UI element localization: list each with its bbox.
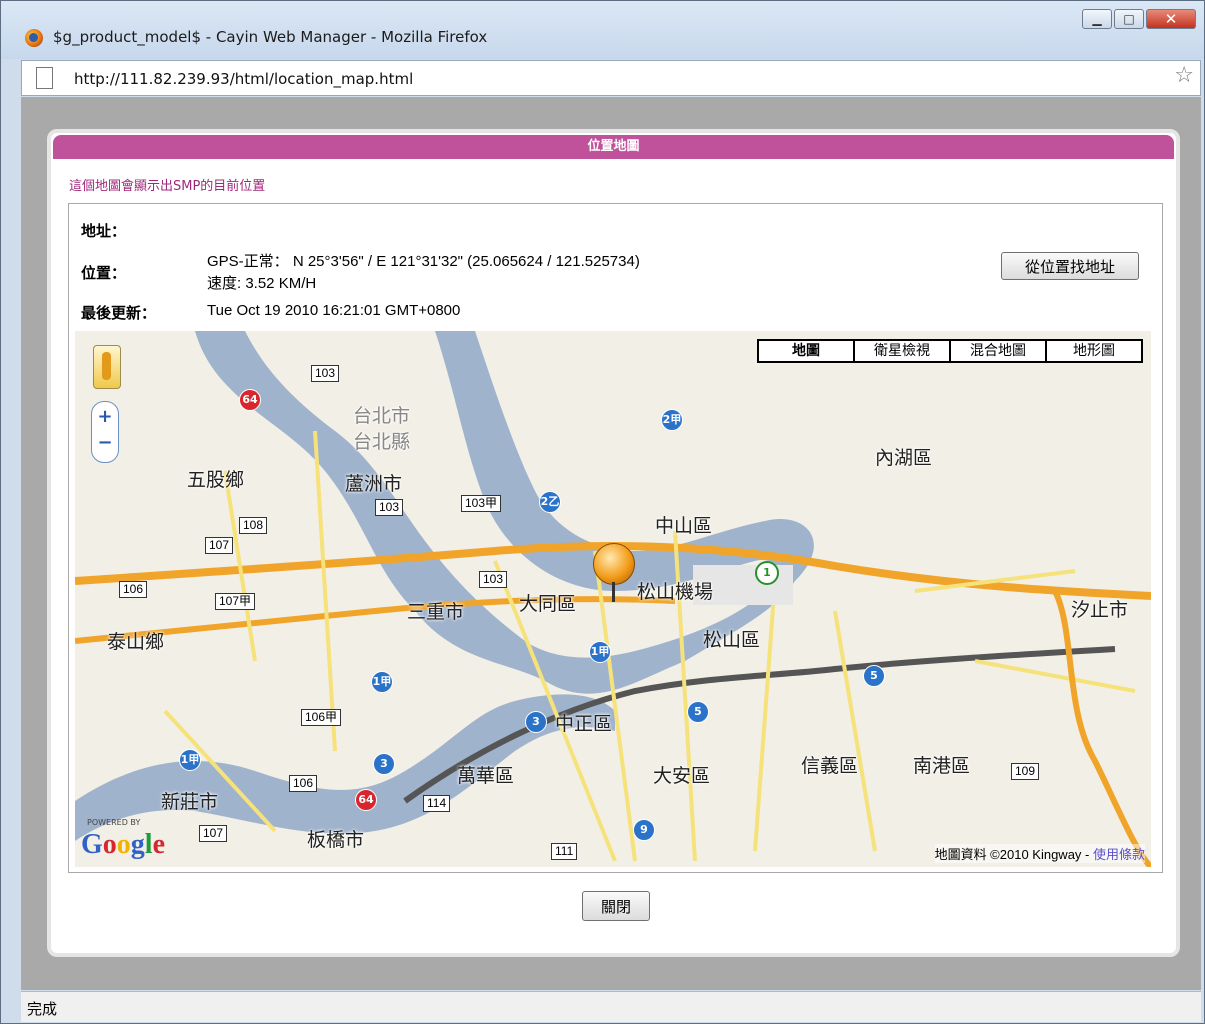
terms-of-use-link[interactable]: 使用條款 — [1093, 847, 1145, 862]
location-marker-pin[interactable] — [593, 543, 635, 602]
road-shield: 103 — [375, 499, 404, 516]
map-type-map[interactable]: 地圖 — [757, 339, 855, 363]
minimize-button[interactable]: ▁ — [1082, 9, 1112, 29]
address-bar[interactable]: http://111.82.239.93/html/location_map.h… — [21, 60, 1201, 96]
road-shield: 108 — [239, 517, 268, 534]
road-marker: 64 — [239, 389, 261, 411]
road-marker: 2乙 — [539, 491, 561, 513]
title-bar: $g_product_model$ - Cayin Web Manager - … — [1, 1, 1204, 59]
window-title: $g_product_model$ - Cayin Web Manager - … — [53, 28, 488, 46]
area-label: 松山機場 — [637, 581, 714, 603]
road-marker: 1甲 — [371, 671, 393, 693]
powered-by-text: POWERED BY — [87, 818, 141, 827]
area-label: 蘆洲市 — [345, 473, 403, 495]
road-shield: 109 — [1011, 763, 1040, 780]
firefox-icon — [25, 29, 43, 47]
map-type-terrain[interactable]: 地形圖 — [1045, 339, 1143, 363]
road-marker: 3 — [373, 753, 395, 775]
location-map-dialog: 位置地圖 這個地圖會顯示出SMP的目前位置 地址： 位置： GPS-正常： N … — [47, 129, 1180, 957]
road-marker: 2甲 — [661, 409, 683, 431]
road-shield: 107 — [199, 825, 228, 842]
map-type-hybrid[interactable]: 混合地圖 — [949, 339, 1047, 363]
zoom-out-button[interactable]: − — [92, 434, 118, 452]
road-shield: 106 — [289, 775, 318, 792]
road-shield: 103 — [311, 365, 340, 382]
status-bar: 完成 — [21, 991, 1201, 1022]
area-label: 台北市 — [353, 405, 411, 427]
road-marker: 5 — [863, 665, 885, 687]
address-label: 地址： — [81, 222, 127, 240]
area-label: 大安區 — [653, 765, 711, 787]
find-address-button[interactable]: 從位置找地址 — [1001, 252, 1139, 280]
road-shield: 107 — [205, 537, 234, 554]
window-controls: ▁ □ ✕ — [1080, 9, 1196, 29]
last-updated-value: Tue Oct 19 2010 16:21:01 GMT+0800 — [207, 302, 461, 319]
location-value: GPS-正常： N 25°3'56" / E 121°31'32" (25.06… — [207, 253, 640, 270]
close-window-button[interactable]: ✕ — [1146, 9, 1196, 29]
dialog-subtitle: 這個地圖會顯示出SMP的目前位置 — [69, 179, 266, 194]
road-marker: 64 — [355, 789, 377, 811]
map-type-selector: 地圖 衛星檢視 混合地圖 地形圖 — [757, 339, 1143, 363]
area-label: 中山區 — [655, 515, 713, 537]
road-marker: 5 — [687, 701, 709, 723]
road-shield: 114 — [423, 795, 451, 812]
area-label: 內湖區 — [875, 447, 933, 469]
area-label: 中正區 — [555, 713, 613, 735]
google-logo[interactable]: Google — [81, 829, 165, 861]
road-shield: 106甲 — [301, 709, 342, 726]
maximize-button[interactable]: □ — [1114, 9, 1144, 29]
area-label: 泰山鄉 — [107, 631, 165, 653]
location-label: 位置： — [81, 264, 127, 282]
last-updated-label: 最後更新： — [81, 304, 157, 322]
map-type-satellite[interactable]: 衛星檢視 — [853, 339, 951, 363]
google-map[interactable]: 地圖 衛星檢視 混合地圖 地形圖 + − 台北市 台北縣 五股鄉 蘆洲市 中山區 — [75, 331, 1151, 867]
window-left-border — [1, 60, 21, 1020]
road-shield: 107甲 — [215, 593, 256, 610]
area-label: 信義區 — [801, 755, 859, 777]
info-panel: 地址： 位置： GPS-正常： N 25°3'56" / E 121°31'32… — [68, 203, 1163, 873]
close-dialog-button[interactable]: 關閉 — [582, 891, 650, 921]
street-view-pegman-icon[interactable] — [93, 345, 121, 389]
road-marker: 1 — [755, 561, 779, 585]
road-shield: 111 — [551, 843, 578, 860]
attribution-text: 地圖資料 ©2010 Kingway - — [934, 847, 1093, 862]
dialog-header: 位置地圖 — [53, 135, 1174, 159]
area-label: 南港區 — [913, 755, 971, 777]
area-label: 五股鄉 — [187, 469, 245, 491]
browser-window: $g_product_model$ - Cayin Web Manager - … — [0, 0, 1205, 1024]
area-label: 三重市 — [407, 601, 465, 623]
area-label: 松山區 — [703, 629, 761, 651]
status-text: 完成 — [27, 1000, 58, 1018]
road-shield: 103 — [479, 571, 508, 588]
area-label: 新莊市 — [161, 791, 219, 813]
road-shield: 103甲 — [461, 495, 502, 512]
road-shield: 106 — [119, 581, 148, 598]
map-attribution: 地圖資料 ©2010 Kingway - 使用條款 — [934, 844, 1145, 863]
url-text[interactable]: http://111.82.239.93/html/location_map.h… — [74, 70, 413, 88]
bookmark-star-icon[interactable]: ☆ — [1174, 65, 1194, 87]
area-label: 板橋市 — [307, 829, 365, 851]
zoom-in-button[interactable]: + — [92, 408, 118, 426]
road-marker: 3 — [525, 711, 547, 733]
speed-value: 速度: 3.52 KM/H — [207, 275, 317, 292]
area-label: 大同區 — [519, 593, 577, 615]
page-icon — [36, 67, 53, 89]
road-marker: 9 — [633, 819, 655, 841]
road-marker: 1甲 — [589, 641, 611, 663]
road-marker: 1甲 — [179, 749, 201, 771]
area-label: 汐止市 — [1071, 599, 1129, 621]
area-label: 萬華區 — [457, 765, 515, 787]
zoom-control: + − — [91, 401, 119, 463]
page-content: 位置地圖 這個地圖會顯示出SMP的目前位置 地址： 位置： GPS-正常： N … — [21, 97, 1201, 990]
area-label: 台北縣 — [353, 431, 411, 453]
